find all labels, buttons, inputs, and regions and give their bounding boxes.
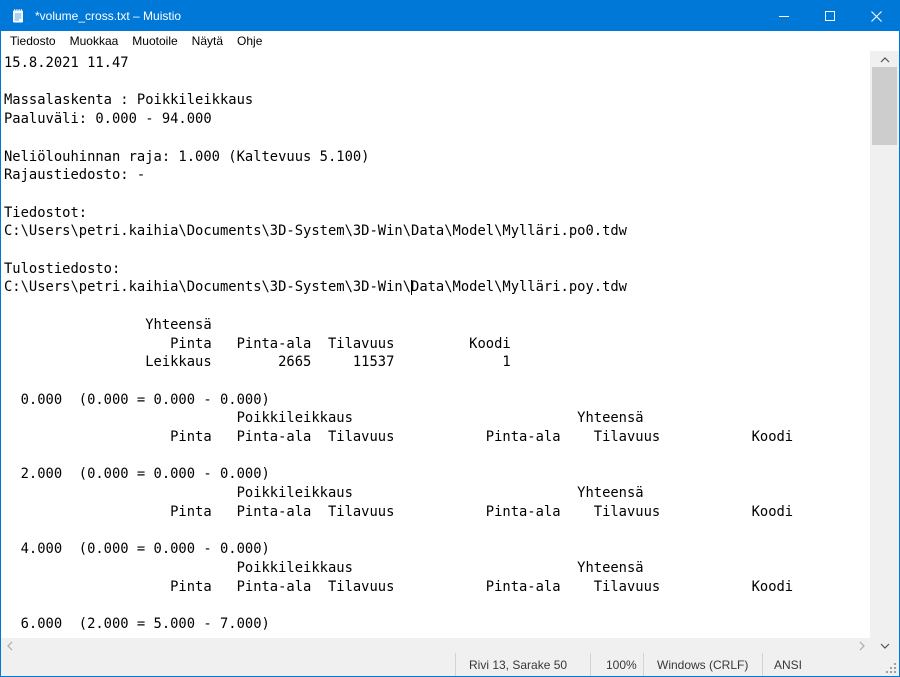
line-ending-status: Windows (CRLF) xyxy=(643,653,762,676)
notepad-icon[interactable] xyxy=(10,8,26,24)
scroll-down-button[interactable] xyxy=(870,638,899,653)
maximize-button[interactable] xyxy=(807,1,853,31)
maximize-icon xyxy=(825,11,835,21)
vertical-scrollbar[interactable] xyxy=(870,51,899,653)
chevron-left-icon xyxy=(7,641,13,651)
vertical-scrollbar-thumb[interactable] xyxy=(872,67,897,145)
menu-item-nayta[interactable]: Näytä xyxy=(185,32,230,50)
resize-grip[interactable] xyxy=(872,653,899,676)
text-caret xyxy=(411,280,412,295)
minimize-button[interactable] xyxy=(761,1,807,31)
status-bar: Rivi 13, Sarake 50 100% Windows (CRLF) A… xyxy=(1,653,899,676)
horizontal-scrollbar[interactable] xyxy=(1,638,870,653)
chevron-down-icon xyxy=(880,643,890,649)
window-title: *volume_cross.txt – Muistio xyxy=(35,9,181,23)
menu-item-muotoile[interactable]: Muotoile xyxy=(125,32,184,50)
menu-item-ohje[interactable]: Ohje xyxy=(230,32,269,50)
title-bar[interactable]: *volume_cross.txt – Muistio xyxy=(1,1,899,31)
encoding-status: ANSI xyxy=(762,653,872,676)
chevron-up-icon xyxy=(880,57,890,63)
document-text[interactable]: 15.8.2021 11.47 Massalaskenta : Poikkile… xyxy=(1,51,870,634)
window-controls xyxy=(761,1,899,31)
statusbar-spacer xyxy=(1,653,455,676)
cursor-position-status: Rivi 13, Sarake 50 xyxy=(455,653,590,676)
text-editor-area[interactable]: 15.8.2021 11.47 Massalaskenta : Poikkile… xyxy=(1,51,870,638)
resize-grip-icon xyxy=(884,661,897,674)
menu-item-tiedosto[interactable]: Tiedosto xyxy=(3,32,63,50)
close-button[interactable] xyxy=(853,1,899,31)
notepad-window: *volume_cross.txt – Muistio Tiedosto Muo… xyxy=(0,0,900,677)
chevron-right-icon xyxy=(859,641,865,651)
close-icon xyxy=(871,11,882,22)
scroll-left-button xyxy=(1,638,18,653)
zoom-level-status: 100% xyxy=(590,653,643,676)
minimize-icon xyxy=(779,16,789,17)
scroll-right-button xyxy=(853,638,870,653)
scroll-up-button[interactable] xyxy=(870,51,899,68)
menu-bar: Tiedosto Muokkaa Muotoile Näytä Ohje xyxy=(1,31,899,51)
menu-item-muokkaa[interactable]: Muokkaa xyxy=(63,32,126,50)
